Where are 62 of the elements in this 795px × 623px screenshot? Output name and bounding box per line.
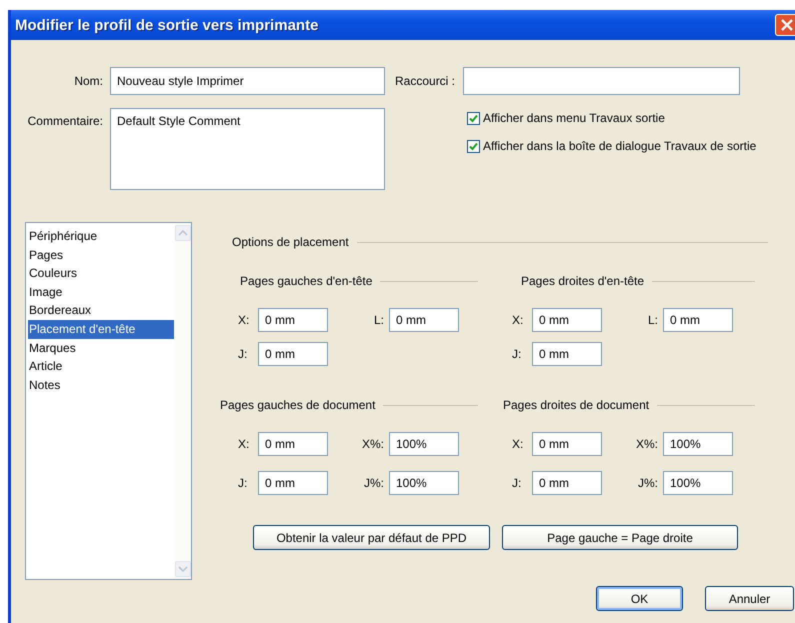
input-field[interactable]: 100% [389, 432, 459, 456]
input-field[interactable]: 0 mm [532, 432, 602, 456]
category-item[interactable]: Périphérique [28, 227, 174, 246]
field-label: X%: [634, 437, 659, 451]
input-field[interactable]: 0 mm [532, 471, 602, 495]
category-item[interactable]: Pages [28, 246, 174, 264]
category-item[interactable]: Article [28, 357, 174, 376]
window-title: Modifier le profil de sortie vers imprimante [14, 16, 318, 34]
comment-field[interactable]: Default Style Comment [110, 108, 385, 190]
field-label: J: [238, 476, 248, 490]
field-label: X%: [360, 437, 385, 451]
group-heading: Pages droites d'en-tête [521, 274, 644, 288]
input-field[interactable]: 100% [663, 471, 733, 495]
input-field[interactable]: 0 mm [258, 471, 328, 495]
scroll-down-icon[interactable] [174, 561, 190, 577]
close-icon [781, 19, 793, 31]
scroll-up-icon[interactable] [174, 225, 190, 241]
dialog-button[interactable]: OK [596, 586, 683, 611]
checkbox-label: Afficher dans menu Travaux sortie [483, 111, 665, 125]
category-item[interactable]: Notes [28, 376, 174, 394]
category-item[interactable]: Placement d'en-tête [28, 320, 174, 339]
comment-label: Commentaire: [26, 113, 103, 128]
field-label: J: [512, 347, 522, 361]
input-field[interactable]: 0 mm [389, 308, 459, 332]
field-label: J: [512, 476, 522, 490]
field-label: L: [646, 313, 659, 327]
input-field[interactable]: 0 mm [258, 432, 328, 456]
checkbox[interactable] [467, 140, 480, 152]
field-label: X: [238, 313, 250, 327]
checkbox-label: Afficher dans la boîte de dialogue Travaux de sortie [483, 139, 756, 153]
close-button[interactable] [775, 14, 795, 36]
shortcut-label: Raccourci : [395, 74, 456, 88]
group-heading: Pages gauches de document [220, 398, 376, 412]
input-field[interactable]: 0 mm [532, 342, 602, 366]
checkbox[interactable] [467, 112, 480, 124]
input-field[interactable]: 0 mm [532, 308, 602, 332]
action-button[interactable]: Page gauche = Page droite [502, 525, 738, 550]
input-field[interactable]: 0 mm [258, 342, 328, 366]
field-label: J: [238, 347, 248, 361]
category-item[interactable]: Couleurs [28, 264, 174, 283]
field-label: X: [512, 437, 524, 451]
section-heading: Options de placement [232, 235, 349, 249]
category-item[interactable]: Image [28, 282, 174, 302]
scrollbar[interactable] [174, 223, 191, 579]
input-field[interactable]: 100% [389, 471, 459, 495]
input-field[interactable]: 0 mm [258, 308, 328, 332]
field-label: L: [372, 313, 385, 327]
shortcut-field[interactable] [463, 67, 740, 95]
input-field[interactable]: 0 mm [663, 308, 733, 332]
name-field[interactable]: Nouveau style Imprimer [110, 67, 385, 95]
action-button[interactable]: Obtenir la valeur par défaut de PPD [253, 525, 490, 550]
field-label: X: [238, 437, 250, 451]
category-item[interactable]: Bordereaux [28, 301, 174, 320]
field-label: X: [512, 313, 524, 327]
group-heading: Pages droites de document [503, 398, 650, 412]
input-field[interactable]: 100% [663, 432, 733, 456]
name-label: Nom: [73, 74, 103, 88]
field-label: J%: [362, 476, 385, 490]
category-item[interactable]: Marques [28, 338, 174, 358]
field-label: J%: [636, 476, 659, 490]
dialog-button[interactable]: Annuler [705, 586, 794, 611]
group-heading: Pages gauches d'en-tête [240, 274, 372, 288]
